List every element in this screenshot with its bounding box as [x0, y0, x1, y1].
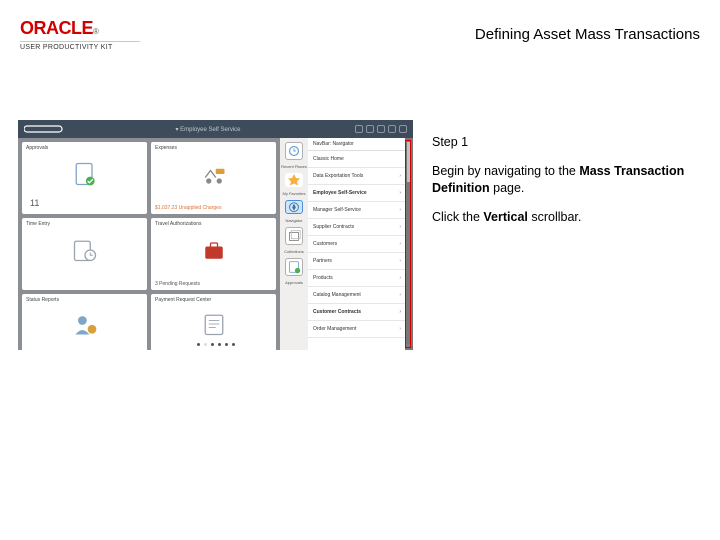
notifications-icon[interactable]: [377, 125, 385, 133]
tile-travel-auth[interactable]: Travel Authorizations 3 Pending Requests: [151, 218, 276, 290]
chevron-right-icon: ›: [399, 275, 401, 281]
chevron-right-icon: ›: [399, 224, 401, 230]
menu-icon[interactable]: [388, 125, 396, 133]
nav-item[interactable]: Customer Contracts›: [308, 304, 405, 321]
navigator-title: NavBar: Navigator: [308, 138, 405, 151]
instruction-line-2: Click the Vertical scrollbar.: [432, 209, 702, 226]
document-title: Defining Asset Mass Transactions: [475, 26, 700, 43]
navigator-list: NavBar: Navigator Classic Home Data Expo…: [308, 138, 405, 350]
invoice-icon: [200, 310, 228, 338]
approvals-icon[interactable]: [285, 258, 303, 276]
chevron-right-icon: ›: [399, 241, 401, 247]
recent-places-icon[interactable]: [285, 142, 303, 160]
chevron-right-icon: ›: [399, 326, 401, 332]
page-dots[interactable]: [197, 343, 235, 346]
chevron-right-icon: ›: [399, 173, 401, 179]
tile-approvals[interactable]: Approvals 11: [22, 142, 147, 214]
navbar-panel: Recent Places My Favorites Navigator Col…: [280, 138, 405, 350]
nav-item[interactable]: Data Exportation Tools›: [308, 168, 405, 185]
tile-expenses[interactable]: Expenses $1,037.23 Unapplied Charges: [151, 142, 276, 214]
favorites-icon[interactable]: [285, 173, 303, 187]
step-label: Step 1: [432, 134, 702, 151]
workspace-title[interactable]: ▾ Employee Self Service: [64, 126, 352, 133]
app-top-bar: ▾ Employee Self Service: [18, 120, 413, 138]
briefcase-icon: [200, 236, 228, 264]
logo-subtitle: USER PRODUCTIVITY KIT: [20, 44, 140, 51]
nav-item[interactable]: Classic Home: [308, 151, 405, 168]
nav-item[interactable]: Employee Self-Service›: [308, 185, 405, 202]
chevron-right-icon: ›: [399, 190, 401, 196]
tile-payment-request[interactable]: Payment Request Center: [151, 294, 276, 350]
oracle-logo-block: ORACLE® USER PRODUCTIVITY KIT: [20, 18, 140, 51]
oracle-logo: ORACLE: [20, 18, 93, 38]
nav-item[interactable]: Partners›: [308, 253, 405, 270]
expenses-icon: [200, 160, 228, 188]
oracle-app-logo: [24, 124, 64, 134]
nav-item[interactable]: Order Management›: [308, 321, 405, 338]
collections-label: Collections: [284, 249, 304, 254]
chevron-right-icon: ›: [399, 292, 401, 298]
clipboard-check-icon: [71, 160, 99, 188]
logo-rule: [20, 41, 140, 42]
tile-time-entry[interactable]: Time Entry: [22, 218, 147, 290]
recent-places-label: Recent Places: [281, 164, 307, 169]
approvals-label: Approvals: [285, 280, 303, 285]
navigator-label: Navigator: [285, 218, 302, 223]
tile-status-reports[interactable]: Status Reports: [22, 294, 147, 350]
navigator-icon[interactable]: [285, 200, 303, 214]
chevron-right-icon: ›: [399, 258, 401, 264]
navbar-icon[interactable]: [399, 125, 407, 133]
collections-icon[interactable]: [285, 227, 303, 245]
nav-item[interactable]: Manager Self-Service›: [308, 202, 405, 219]
search-icon[interactable]: [366, 125, 374, 133]
instruction-line-1: Begin by navigating to the Mass Transact…: [432, 163, 702, 197]
favorites-label: My Favorites: [283, 191, 306, 196]
app-screenshot: ▾ Employee Self Service Approvals 11 Exp…: [18, 120, 413, 350]
person-gear-icon: [71, 310, 99, 338]
chevron-right-icon: ›: [399, 207, 401, 213]
nav-item[interactable]: Products›: [308, 270, 405, 287]
nav-item[interactable]: Customers›: [308, 236, 405, 253]
clock-form-icon: [71, 236, 99, 264]
instruction-panel: Step 1 Begin by navigating to the Mass T…: [432, 134, 702, 238]
tile-grid: Approvals 11 Expenses $1,037.23 Unapplie…: [18, 138, 280, 350]
navbar-side: Recent Places My Favorites Navigator Col…: [280, 138, 308, 350]
chevron-right-icon: ›: [399, 309, 401, 315]
scrollbar-highlight[interactable]: [405, 140, 411, 348]
nav-item[interactable]: Catalog Management›: [308, 287, 405, 304]
nav-item[interactable]: Supplier Contracts›: [308, 219, 405, 236]
trademark: ®: [93, 27, 99, 36]
home-icon[interactable]: [355, 125, 363, 133]
